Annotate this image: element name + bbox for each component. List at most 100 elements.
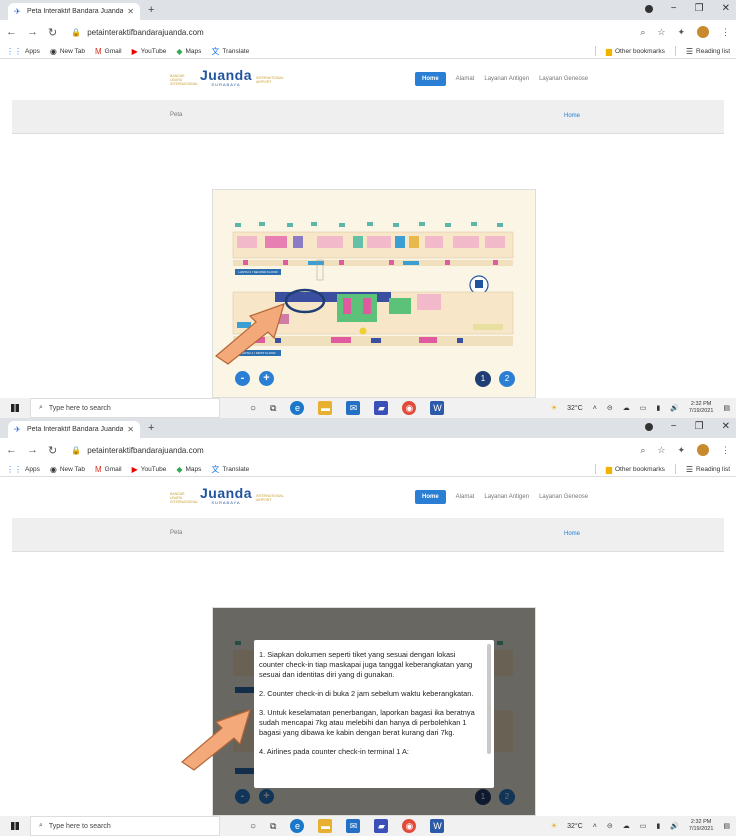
bookmark-gmail[interactable]: M Gmail bbox=[95, 47, 122, 56]
file-explorer-icon[interactable]: ▬ bbox=[318, 401, 333, 415]
battery-icon[interactable]: ▮ bbox=[656, 822, 660, 830]
cloud-icon[interactable]: ☁ bbox=[623, 822, 630, 830]
file-explorer-icon[interactable]: ▬ bbox=[318, 819, 333, 833]
windows-start-icon[interactable] bbox=[0, 404, 30, 412]
map-page-2-button[interactable]: 2 bbox=[499, 371, 515, 387]
bookmark-other[interactable]: ▆ Other bookmarks bbox=[606, 47, 665, 56]
chrome-taskbar-icon[interactable]: ◉ bbox=[402, 819, 417, 833]
taskbar-search[interactable]: ⌕ Type here to search bbox=[30, 398, 220, 418]
windows-start-icon[interactable] bbox=[0, 822, 30, 830]
forward-icon[interactable]: → bbox=[27, 444, 38, 456]
address-bar[interactable]: 🔒 petainteraktifbandarajuanda.com bbox=[67, 441, 630, 459]
tray-icon[interactable]: ⊝ bbox=[607, 822, 613, 830]
reload-icon[interactable]: ↻ bbox=[48, 444, 57, 457]
bookmark-apps[interactable]: ⋮⋮ Apps bbox=[6, 465, 40, 474]
bookmark-other[interactable]: ▆ Other bookmarks bbox=[606, 465, 665, 474]
close-tab-icon[interactable]: ✕ bbox=[127, 7, 134, 16]
volume-icon[interactable]: 🔊 bbox=[670, 404, 679, 412]
bookmark-gmail[interactable]: M Gmail bbox=[95, 465, 122, 474]
chevron-up-icon[interactable]: ˄ bbox=[593, 405, 597, 412]
nav-layanan-geneose[interactable]: Layanan Geneose bbox=[539, 76, 588, 82]
zoom-out-button[interactable]: - bbox=[235, 371, 250, 386]
bookmark-reading-list[interactable]: ☰ Reading list bbox=[686, 47, 730, 56]
close-window-icon[interactable]: ✕ bbox=[722, 3, 730, 14]
extensions-icon[interactable]: ✦ bbox=[677, 27, 685, 38]
mail-icon[interactable]: ✉ bbox=[346, 401, 361, 415]
star-icon[interactable]: ☆ bbox=[657, 27, 665, 38]
app-icon[interactable]: ▰ bbox=[374, 401, 389, 415]
cortana-icon[interactable]: ○ bbox=[250, 403, 256, 414]
task-view-icon[interactable]: ⧉ bbox=[270, 821, 276, 832]
notifications-icon[interactable]: ▤ bbox=[723, 822, 730, 830]
check-in-info-popup[interactable]: 1. Siapkan dokumen seperti tiket yang se… bbox=[254, 640, 494, 788]
bookmark-maps[interactable]: ◆ Maps bbox=[176, 47, 201, 56]
back-icon[interactable]: ← bbox=[6, 26, 17, 38]
menu-icon[interactable]: ⋮ bbox=[721, 445, 730, 456]
juanda-logo[interactable]: BANDAR UDARA INTERNASIONAL Juanda SURABA… bbox=[170, 486, 284, 508]
network-icon[interactable]: ▭ bbox=[640, 404, 647, 412]
battery-icon[interactable]: ▮ bbox=[656, 404, 660, 412]
extensions-icon[interactable]: ✦ bbox=[677, 445, 685, 456]
zoom-in-button[interactable]: + bbox=[259, 371, 274, 386]
breadcrumb[interactable]: Home bbox=[564, 113, 580, 119]
tray-icon[interactable]: ⊝ bbox=[607, 404, 613, 412]
nav-layanan-antigen[interactable]: Layanan Antigen bbox=[484, 494, 529, 500]
forward-icon[interactable]: → bbox=[27, 26, 38, 38]
volume-icon[interactable]: 🔊 bbox=[670, 822, 679, 830]
new-tab-icon[interactable]: + bbox=[148, 4, 154, 16]
chevron-up-icon[interactable]: ˄ bbox=[593, 823, 597, 830]
nav-home[interactable]: Home bbox=[415, 72, 446, 86]
clock[interactable]: 2:32 PM 7/19/2021 bbox=[689, 401, 713, 415]
bookmark-translate[interactable]: 文 Translate bbox=[211, 464, 249, 475]
bookmark-new-tab[interactable]: ◉ New Tab bbox=[50, 47, 85, 56]
word-icon[interactable]: W bbox=[430, 819, 445, 833]
popup-scrollbar[interactable] bbox=[487, 644, 491, 754]
terminal-map[interactable]: - + 1 2 1. Siapkan dokumen seperti tiket… bbox=[212, 607, 536, 816]
close-window-icon[interactable]: ✕ bbox=[722, 421, 730, 432]
network-icon[interactable]: ▭ bbox=[640, 822, 647, 830]
weather-temp[interactable]: 32°C bbox=[567, 823, 583, 830]
word-icon[interactable]: W bbox=[430, 401, 445, 415]
reload-icon[interactable]: ↻ bbox=[48, 26, 57, 39]
bookmark-new-tab[interactable]: ◉ New Tab bbox=[50, 465, 85, 474]
nav-home[interactable]: Home bbox=[415, 490, 446, 504]
clock[interactable]: 2:32 PM 7/19/2021 bbox=[689, 819, 713, 833]
task-view-icon[interactable]: ⧉ bbox=[270, 403, 276, 414]
new-tab-icon[interactable]: + bbox=[148, 422, 154, 434]
star-icon[interactable]: ☆ bbox=[657, 445, 665, 456]
close-tab-icon[interactable]: ✕ bbox=[127, 425, 134, 434]
mail-icon[interactable]: ✉ bbox=[346, 819, 361, 833]
edge-icon[interactable]: e bbox=[290, 401, 305, 415]
profile-icon[interactable] bbox=[644, 4, 653, 13]
bookmark-maps[interactable]: ◆ Maps bbox=[176, 465, 201, 474]
browser-tab[interactable]: ✈ Peta Interaktif Bandara Juanda ✕ bbox=[8, 3, 140, 20]
bookmark-apps[interactable]: ⋮⋮ Apps bbox=[6, 47, 40, 56]
nav-layanan-geneose[interactable]: Layanan Geneose bbox=[539, 494, 588, 500]
bookmark-youtube[interactable]: ▶ YouTube bbox=[132, 465, 167, 474]
bookmark-reading-list[interactable]: ☰ Reading list bbox=[686, 465, 730, 474]
notifications-icon[interactable]: ▤ bbox=[723, 404, 730, 412]
bookmark-translate[interactable]: 文 Translate bbox=[211, 46, 249, 57]
nav-alamat[interactable]: Alamat bbox=[456, 494, 475, 500]
bookmark-youtube[interactable]: ▶ YouTube bbox=[132, 47, 167, 56]
taskbar-search[interactable]: ⌕ Type here to search bbox=[30, 816, 220, 836]
cloud-icon[interactable]: ☁ bbox=[623, 404, 630, 412]
avatar[interactable] bbox=[697, 26, 709, 38]
browser-tab[interactable]: ✈ Peta Interaktif Bandara Juanda ✕ bbox=[8, 421, 140, 438]
menu-icon[interactable]: ⋮ bbox=[721, 27, 730, 38]
minimize-icon[interactable]: − bbox=[671, 421, 677, 432]
cortana-icon[interactable]: ○ bbox=[250, 821, 256, 832]
edge-icon[interactable]: e bbox=[290, 819, 305, 833]
chrome-taskbar-icon[interactable]: ◉ bbox=[402, 401, 417, 415]
nav-layanan-antigen[interactable]: Layanan Antigen bbox=[484, 76, 529, 82]
terminal-map[interactable]: LANTAI 2 / SECOND FLOOR LANTAI 1 / FIRST… bbox=[212, 189, 536, 398]
juanda-logo[interactable]: BANDAR UDARA INTERNASIONAL Juanda SURABA… bbox=[170, 68, 284, 90]
minimize-icon[interactable]: − bbox=[671, 3, 677, 14]
restore-icon[interactable]: ❐ bbox=[695, 421, 704, 432]
breadcrumb[interactable]: Home bbox=[564, 531, 580, 537]
zoom-icon[interactable]: ⌕ bbox=[640, 445, 645, 456]
back-icon[interactable]: ← bbox=[6, 444, 17, 456]
profile-icon[interactable] bbox=[644, 422, 653, 431]
map-page-1-button[interactable]: 1 bbox=[475, 371, 491, 387]
avatar[interactable] bbox=[697, 444, 709, 456]
